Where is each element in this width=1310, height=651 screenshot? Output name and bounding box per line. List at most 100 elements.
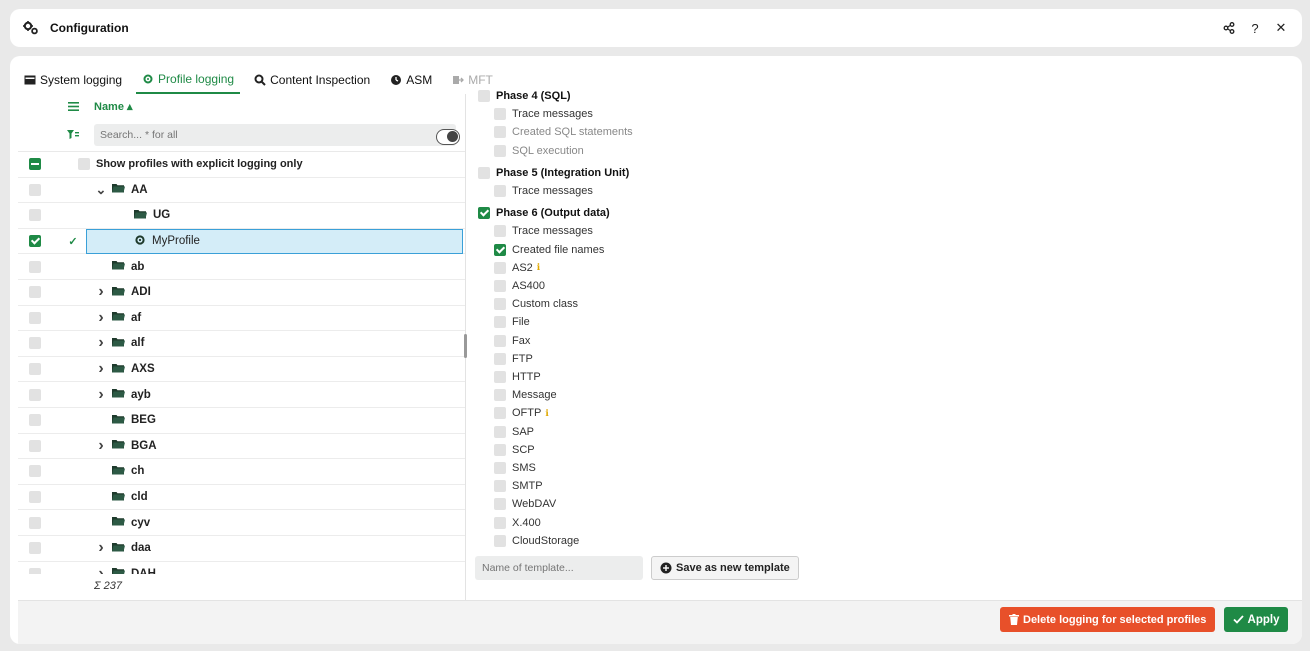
tab-content-inspection[interactable]: Content Inspection bbox=[248, 66, 376, 94]
row-checkbox[interactable] bbox=[29, 183, 41, 196]
log-option[interactable]: Trace messages bbox=[494, 108, 593, 121]
expand-arrow-icon[interactable]: › bbox=[94, 437, 108, 455]
tree-row[interactable]: cld bbox=[18, 485, 465, 511]
apply-button[interactable]: Apply bbox=[1224, 607, 1288, 632]
log-option[interactable]: CloudStorage bbox=[494, 534, 579, 547]
template-name-input[interactable] bbox=[475, 556, 643, 580]
option-checkbox[interactable] bbox=[494, 108, 506, 121]
log-option[interactable]: SCP bbox=[494, 443, 535, 456]
help-icon[interactable]: ? bbox=[1246, 19, 1264, 37]
option-checkbox[interactable] bbox=[494, 225, 506, 238]
option-checkbox[interactable] bbox=[494, 425, 506, 438]
log-option[interactable]: Trace messages bbox=[494, 225, 593, 238]
expand-arrow-icon[interactable]: › bbox=[94, 283, 108, 301]
option-checkbox[interactable] bbox=[478, 166, 490, 179]
log-option[interactable]: SAP bbox=[494, 425, 534, 438]
expand-arrow-icon[interactable]: › bbox=[94, 360, 108, 378]
log-option[interactable]: SMTP bbox=[494, 480, 543, 493]
option-checkbox[interactable] bbox=[494, 316, 506, 329]
option-checkbox[interactable] bbox=[494, 334, 506, 347]
share-icon[interactable] bbox=[1220, 19, 1238, 37]
select-all-checkbox[interactable] bbox=[29, 158, 41, 171]
expand-arrow-icon[interactable]: ⌄ bbox=[94, 182, 108, 198]
tab-asm[interactable]: ASM bbox=[384, 66, 438, 94]
tree-row[interactable]: › ADI bbox=[18, 280, 465, 306]
log-option[interactable]: HTTP bbox=[494, 371, 541, 383]
row-checkbox[interactable] bbox=[29, 209, 41, 222]
log-option[interactable]: OFTP ℹ bbox=[494, 407, 549, 420]
log-option[interactable]: X.400 bbox=[494, 516, 541, 529]
option-checkbox[interactable] bbox=[494, 498, 506, 511]
search-input[interactable] bbox=[94, 123, 456, 146]
option-checkbox[interactable] bbox=[494, 352, 506, 365]
tab-system-logging[interactable]: System logging bbox=[18, 66, 128, 94]
log-option[interactable]: Created file names bbox=[494, 243, 604, 256]
tree-row[interactable]: BEG bbox=[18, 408, 465, 434]
delete-logging-button[interactable]: Delete logging for selected profiles bbox=[1000, 607, 1216, 632]
row-checkbox[interactable] bbox=[29, 414, 41, 427]
option-checkbox[interactable] bbox=[494, 480, 506, 493]
save-template-button[interactable]: Save as new template bbox=[651, 556, 799, 580]
row-checkbox[interactable] bbox=[29, 567, 41, 574]
option-checkbox[interactable] bbox=[494, 371, 506, 383]
option-checkbox[interactable] bbox=[494, 185, 506, 197]
option-checkbox[interactable] bbox=[494, 280, 506, 292]
log-option[interactable]: FTP bbox=[494, 352, 533, 365]
log-option[interactable]: SMS bbox=[494, 462, 536, 474]
option-checkbox[interactable] bbox=[494, 443, 506, 456]
option-checkbox[interactable] bbox=[494, 389, 506, 402]
tree-row[interactable]: ab bbox=[18, 254, 465, 280]
phase-option[interactable]: Phase 4 (SQL) bbox=[478, 90, 571, 102]
tree-row[interactable]: › AXS bbox=[18, 357, 465, 383]
info-icon[interactable]: ℹ bbox=[537, 262, 540, 273]
tree-row[interactable]: UG bbox=[18, 203, 465, 229]
option-checkbox[interactable] bbox=[494, 534, 506, 547]
log-option[interactable]: SQL execution bbox=[494, 144, 584, 157]
expand-arrow-icon[interactable]: › bbox=[94, 309, 108, 327]
log-option[interactable]: Trace messages bbox=[494, 185, 593, 197]
log-option[interactable]: AS2 ℹ bbox=[494, 261, 540, 274]
tree-row[interactable]: cyv bbox=[18, 510, 465, 536]
tab-profile-logging[interactable]: Profile logging bbox=[136, 66, 241, 94]
expand-arrow-icon[interactable]: › bbox=[94, 539, 108, 557]
log-option[interactable]: File bbox=[494, 316, 530, 329]
phase-option[interactable]: Phase 6 (Output data) bbox=[478, 207, 610, 220]
tree-row[interactable]: › daa bbox=[18, 536, 465, 562]
option-checkbox[interactable] bbox=[494, 516, 506, 529]
option-checkbox[interactable] bbox=[494, 144, 506, 157]
name-column-header[interactable]: Name ▴ bbox=[94, 100, 133, 113]
option-checkbox[interactable] bbox=[494, 462, 506, 474]
info-icon[interactable]: ℹ bbox=[545, 408, 548, 419]
option-checkbox[interactable] bbox=[494, 126, 506, 139]
option-checkbox[interactable] bbox=[478, 207, 490, 220]
log-option[interactable]: Custom class bbox=[494, 298, 578, 311]
tree-row[interactable]: › alf bbox=[18, 331, 465, 357]
log-option[interactable]: Created SQL statements bbox=[494, 126, 633, 139]
log-option[interactable]: Message bbox=[494, 389, 557, 402]
option-checkbox[interactable] bbox=[494, 407, 506, 420]
expand-arrow-icon[interactable]: › bbox=[94, 386, 108, 404]
option-checkbox[interactable] bbox=[494, 298, 506, 311]
option-checkbox[interactable] bbox=[478, 90, 490, 102]
expand-arrow-icon[interactable]: › bbox=[94, 565, 108, 574]
option-checkbox[interactable] bbox=[494, 243, 506, 256]
tree-row[interactable]: › DAH bbox=[18, 562, 465, 574]
row-checkbox[interactable] bbox=[29, 260, 41, 273]
log-option[interactable]: WebDAV bbox=[494, 498, 556, 511]
search-toggle[interactable] bbox=[436, 129, 460, 145]
menu-icon[interactable] bbox=[67, 101, 79, 111]
row-checkbox[interactable] bbox=[29, 516, 41, 529]
row-checkbox[interactable] bbox=[29, 439, 41, 452]
tree-row[interactable]: › ayb bbox=[18, 382, 465, 408]
tree-row[interactable]: ch bbox=[18, 459, 465, 485]
log-option[interactable]: Fax bbox=[494, 334, 530, 347]
row-checkbox[interactable] bbox=[29, 542, 41, 555]
expand-arrow-icon[interactable]: › bbox=[94, 334, 108, 352]
row-checkbox[interactable] bbox=[29, 465, 41, 478]
log-option[interactable]: AS400 bbox=[494, 280, 545, 292]
explicit-only-checkbox[interactable] bbox=[78, 158, 90, 171]
row-checkbox[interactable] bbox=[29, 286, 41, 299]
row-checkbox[interactable] bbox=[29, 235, 41, 248]
row-checkbox[interactable] bbox=[29, 491, 41, 504]
close-icon[interactable]: ✕ bbox=[1272, 19, 1290, 37]
